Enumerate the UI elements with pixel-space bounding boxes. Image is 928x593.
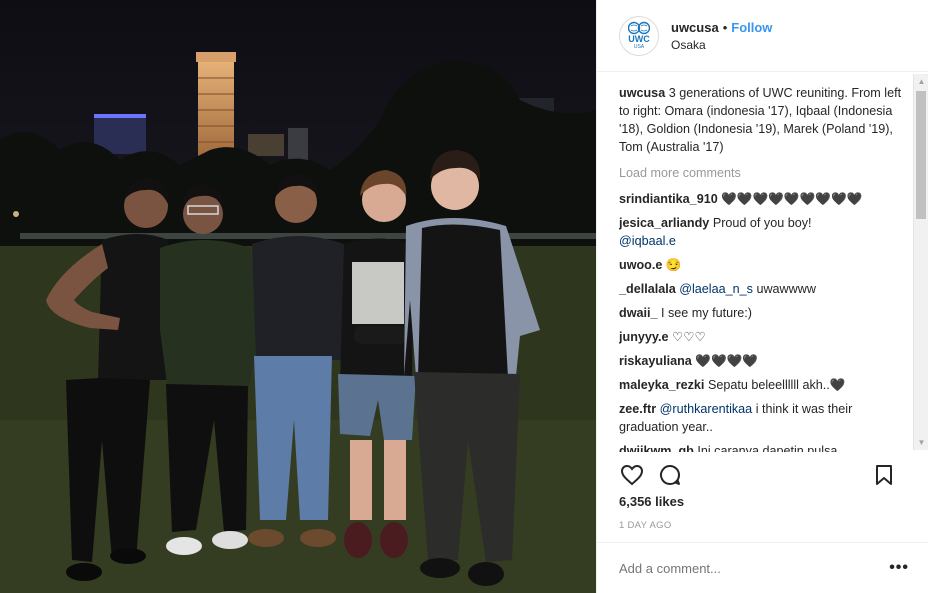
comment-item: riskayuliana 🖤🖤🖤🖤	[619, 352, 909, 370]
bookmark-icon	[876, 465, 892, 485]
comment-item: srindiantika_910 🖤🖤🖤🖤🖤🖤🖤🖤🖤	[619, 190, 909, 208]
comment-item: uwoo.e 😏	[619, 256, 909, 274]
save-button[interactable]	[871, 462, 897, 488]
post-header: UWC USA uwcusa • Follow Osaka	[597, 0, 928, 72]
comment-username[interactable]: junyyy.e	[619, 330, 668, 344]
comment-item: dwaii_ I see my future:)	[619, 304, 909, 322]
post-sidebar: UWC USA uwcusa • Follow Osaka uwcusa 3 g…	[596, 0, 928, 593]
comment-text: Sepatu beleellllll akh..🖤	[707, 378, 846, 392]
add-comment-input[interactable]	[619, 560, 890, 576]
avatar-logo-sub: USA	[633, 44, 645, 50]
comment-username[interactable]: jesica_arliandy	[619, 216, 709, 230]
avatar[interactable]: UWC USA	[619, 15, 659, 56]
avatar-logo-text: UWC	[628, 34, 650, 44]
globe-logo-icon	[628, 21, 650, 35]
comment-mention[interactable]: @laelaa_n_s	[679, 282, 753, 296]
comments-scrollbar[interactable]: ▲ ▼	[913, 74, 928, 450]
comment-username[interactable]: maleyka_rezki	[619, 378, 704, 392]
comment-username[interactable]: dwaii_	[619, 306, 658, 320]
comment-text: ♡♡♡	[671, 330, 706, 344]
comment-item: junyyy.e ♡♡♡	[619, 328, 909, 346]
comment-text: 😏	[665, 258, 682, 272]
like-button[interactable]	[619, 462, 645, 488]
post-author-username[interactable]: uwcusa	[671, 20, 719, 35]
comment-item: maleyka_rezki Sepatu beleellllll akh..🖤	[619, 376, 909, 394]
scroll-up-arrow-icon[interactable]: ▲	[914, 74, 928, 89]
more-options-icon[interactable]: •••	[889, 559, 909, 577]
comment-item: dwiikwm_gb Ini caranya dapetin pulsa	[619, 442, 909, 452]
post-photo[interactable]	[0, 0, 596, 593]
separator-dot: •	[722, 19, 728, 35]
comment-username[interactable]: uwoo.e	[619, 258, 662, 272]
comments-list[interactable]: uwcusa 3 generations of UWC reuniting. F…	[619, 84, 909, 452]
comment-text: I see my future:)	[661, 306, 752, 320]
follow-button[interactable]: Follow	[731, 20, 772, 35]
comment-username[interactable]: riskayuliana	[619, 354, 692, 368]
scroll-down-arrow-icon[interactable]: ▼	[914, 435, 928, 450]
comment-username[interactable]: dwiikwm_gb	[619, 444, 694, 452]
comment-mention[interactable]: @iqbaal.e	[619, 234, 676, 248]
comment-text: uwawwww	[756, 282, 816, 296]
post-timestamp[interactable]: 1 DAY AGO	[619, 520, 672, 531]
load-more-comments-button[interactable]: Load more comments	[619, 164, 909, 182]
night-group-photo	[0, 0, 596, 593]
comment-username[interactable]: zee.ftr	[619, 402, 656, 416]
comment-text: 🖤🖤🖤🖤	[695, 354, 759, 368]
comment-item: zee.ftr @ruthkarentikaa i think it was t…	[619, 400, 909, 436]
comment-text: Ini caranya dapetin pulsa	[697, 444, 838, 452]
comment-item: jesica_arliandy Proud of you boy! @iqbaa…	[619, 214, 909, 250]
comment-username[interactable]: _dellalala	[619, 282, 676, 296]
comment-text: 🖤🖤🖤🖤🖤🖤🖤🖤🖤	[721, 192, 863, 206]
comment-username[interactable]: srindiantika_910	[619, 192, 718, 206]
heart-icon	[620, 464, 644, 486]
comment-mention[interactable]: @ruthkarentikaa	[660, 402, 753, 416]
post-caption: uwcusa 3 generations of UWC reuniting. F…	[619, 84, 909, 156]
comment-bubble-icon	[660, 464, 681, 485]
post-location[interactable]: Osaka	[671, 38, 772, 52]
likes-count[interactable]: 6,356 likes	[619, 494, 684, 509]
add-comment-bar: •••	[597, 542, 928, 593]
caption-username[interactable]: uwcusa	[619, 86, 665, 100]
comment-item: _dellalala @laelaa_n_s uwawwww	[619, 280, 909, 298]
post-actions	[619, 460, 909, 490]
scrollbar-thumb[interactable]	[916, 91, 926, 219]
comment-text: Proud of you boy!	[712, 216, 812, 230]
comment-button[interactable]	[657, 462, 683, 488]
